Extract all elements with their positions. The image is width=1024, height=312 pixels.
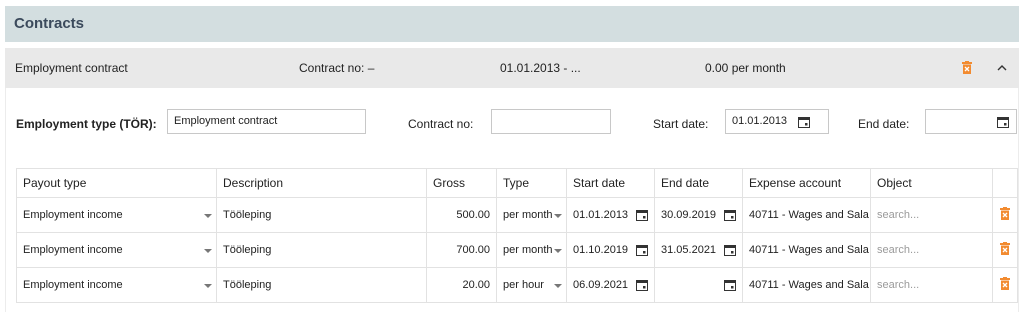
end-date-cell[interactable]: 31.05.2021 (654, 232, 743, 268)
calendar-icon[interactable] (636, 279, 648, 294)
expense-account-cell[interactable]: 40711 - Wages and Sala (742, 197, 871, 233)
object-search-input[interactable]: search... (870, 267, 993, 303)
description-cell[interactable]: Tööleping (216, 197, 427, 233)
contract-no-summary: Contract no: – (299, 61, 375, 75)
gross-cell[interactable]: 700.00 (426, 232, 497, 268)
column-header-payout-type[interactable]: Payout type (16, 168, 217, 198)
expense-account-value: 40711 - Wages and Sala (749, 279, 869, 291)
column-header-type[interactable]: Type (496, 168, 567, 198)
table-header-row: Payout type Description Gross Type Start… (16, 168, 1018, 198)
table-row: Employment income Tööleping 20.00 per ho… (16, 267, 1018, 303)
type-value: per month (503, 209, 553, 221)
start-date-cell[interactable]: 01.01.2013 (566, 197, 655, 233)
calendar-icon[interactable] (724, 279, 736, 294)
gross-cell[interactable]: 500.00 (426, 197, 497, 233)
gross-value: 20.00 (462, 279, 490, 291)
employment-type-field[interactable]: Employment contract (167, 109, 366, 134)
gross-cell[interactable]: 20.00 (426, 267, 497, 303)
description-value: Tööleping (223, 244, 272, 256)
column-header-actions (992, 168, 1018, 198)
caret-down-icon (204, 214, 212, 218)
type-select[interactable]: per month (496, 197, 567, 233)
end-date-value: 30.09.2019 (661, 209, 717, 221)
contracts-section-header: Contracts (5, 6, 1019, 42)
column-header-object[interactable]: Object (870, 168, 993, 198)
end-date-cell[interactable] (654, 267, 743, 303)
trash-icon[interactable] (1000, 277, 1010, 293)
employment-type-label: Employment type (TÖR): (16, 117, 157, 131)
description-cell[interactable]: Tööleping (216, 232, 427, 268)
description-value: Tööleping (223, 209, 272, 221)
caret-down-icon (554, 214, 562, 218)
expense-account-cell[interactable]: 40711 - Wages and Sala (742, 232, 871, 268)
expense-account-value: 40711 - Wages and Sala (749, 244, 869, 256)
start-date-label: Start date: (653, 117, 709, 131)
start-date-value: 01.01.2013 (573, 209, 629, 221)
type-value: per hour (503, 279, 544, 291)
payout-type-value: Employment income (23, 279, 123, 291)
trash-icon[interactable] (1000, 242, 1010, 258)
table-row: Employment income Tööleping 500.00 per m… (16, 197, 1018, 233)
start-date-value: 01.10.2019 (573, 244, 629, 256)
end-date-calendar-icon[interactable] (997, 116, 1009, 128)
section-title: Contracts (14, 15, 85, 32)
payout-type-select[interactable]: Employment income (16, 267, 217, 303)
start-date-field[interactable]: 01.01.2013 (725, 109, 829, 134)
calendar-icon[interactable] (636, 209, 648, 224)
calendar-icon[interactable] (724, 244, 736, 259)
end-date-label: End date: (858, 117, 910, 131)
column-header-end-date[interactable]: End date (654, 168, 743, 198)
object-placeholder: search... (877, 279, 920, 291)
column-header-gross[interactable]: Gross (426, 168, 497, 198)
calendar-icon[interactable] (724, 209, 736, 224)
object-placeholder: search... (877, 209, 920, 221)
delete-row-cell[interactable] (992, 232, 1018, 268)
payout-type-value: Employment income (23, 209, 123, 221)
payouts-table: Payout type Description Gross Type Start… (16, 168, 1018, 303)
collapse-chevron-up-icon[interactable] (996, 62, 1008, 74)
delete-contract-trash-icon[interactable] (962, 61, 972, 74)
payout-type-value: Employment income (23, 244, 123, 256)
caret-down-icon (554, 249, 562, 253)
caret-down-icon (204, 249, 212, 253)
caret-down-icon (204, 284, 212, 288)
table-row: Employment income Tööleping 700.00 per m… (16, 232, 1018, 268)
type-select[interactable]: per month (496, 232, 567, 268)
start-date-cell[interactable]: 06.09.2021 (566, 267, 655, 303)
end-date-cell[interactable]: 30.09.2019 (654, 197, 743, 233)
column-header-description[interactable]: Description (216, 168, 427, 198)
contract-summary-bar[interactable]: Employment contract Contract no: – 01.01… (5, 48, 1019, 88)
expense-account-cell[interactable]: 40711 - Wages and Sala (742, 267, 871, 303)
calendar-icon[interactable] (636, 244, 648, 259)
type-value: per month (503, 244, 553, 256)
start-date-value: 06.09.2021 (573, 279, 629, 291)
contract-type-summary: Employment contract (15, 61, 128, 75)
gross-value: 500.00 (456, 209, 490, 221)
start-date-value: 01.01.2013 (732, 115, 788, 127)
object-placeholder: search... (877, 244, 920, 256)
column-header-expense-account[interactable]: Expense account (742, 168, 871, 198)
delete-row-cell[interactable] (992, 267, 1018, 303)
description-value: Tööleping (223, 279, 272, 291)
payout-type-select[interactable]: Employment income (16, 197, 217, 233)
end-date-value: 31.05.2021 (661, 244, 717, 256)
object-search-input[interactable]: search... (870, 197, 993, 233)
delete-row-cell[interactable] (992, 197, 1018, 233)
expense-account-value: 40711 - Wages and Sala (749, 209, 869, 221)
gross-value: 700.00 (456, 244, 490, 256)
caret-down-icon (554, 284, 562, 288)
description-cell[interactable]: Tööleping (216, 267, 427, 303)
type-select[interactable]: per hour (496, 267, 567, 303)
column-header-start-date[interactable]: Start date (566, 168, 655, 198)
contract-no-label: Contract no: (408, 117, 474, 131)
contract-date-summary: 01.01.2013 - ... (500, 61, 581, 75)
object-search-input[interactable]: search... (870, 232, 993, 268)
trash-icon[interactable] (1000, 207, 1010, 223)
payout-type-select[interactable]: Employment income (16, 232, 217, 268)
contract-no-field[interactable] (491, 109, 611, 134)
start-date-calendar-icon[interactable] (798, 116, 810, 128)
contract-amount-summary: 0.00 per month (705, 61, 786, 75)
start-date-cell[interactable]: 01.10.2019 (566, 232, 655, 268)
